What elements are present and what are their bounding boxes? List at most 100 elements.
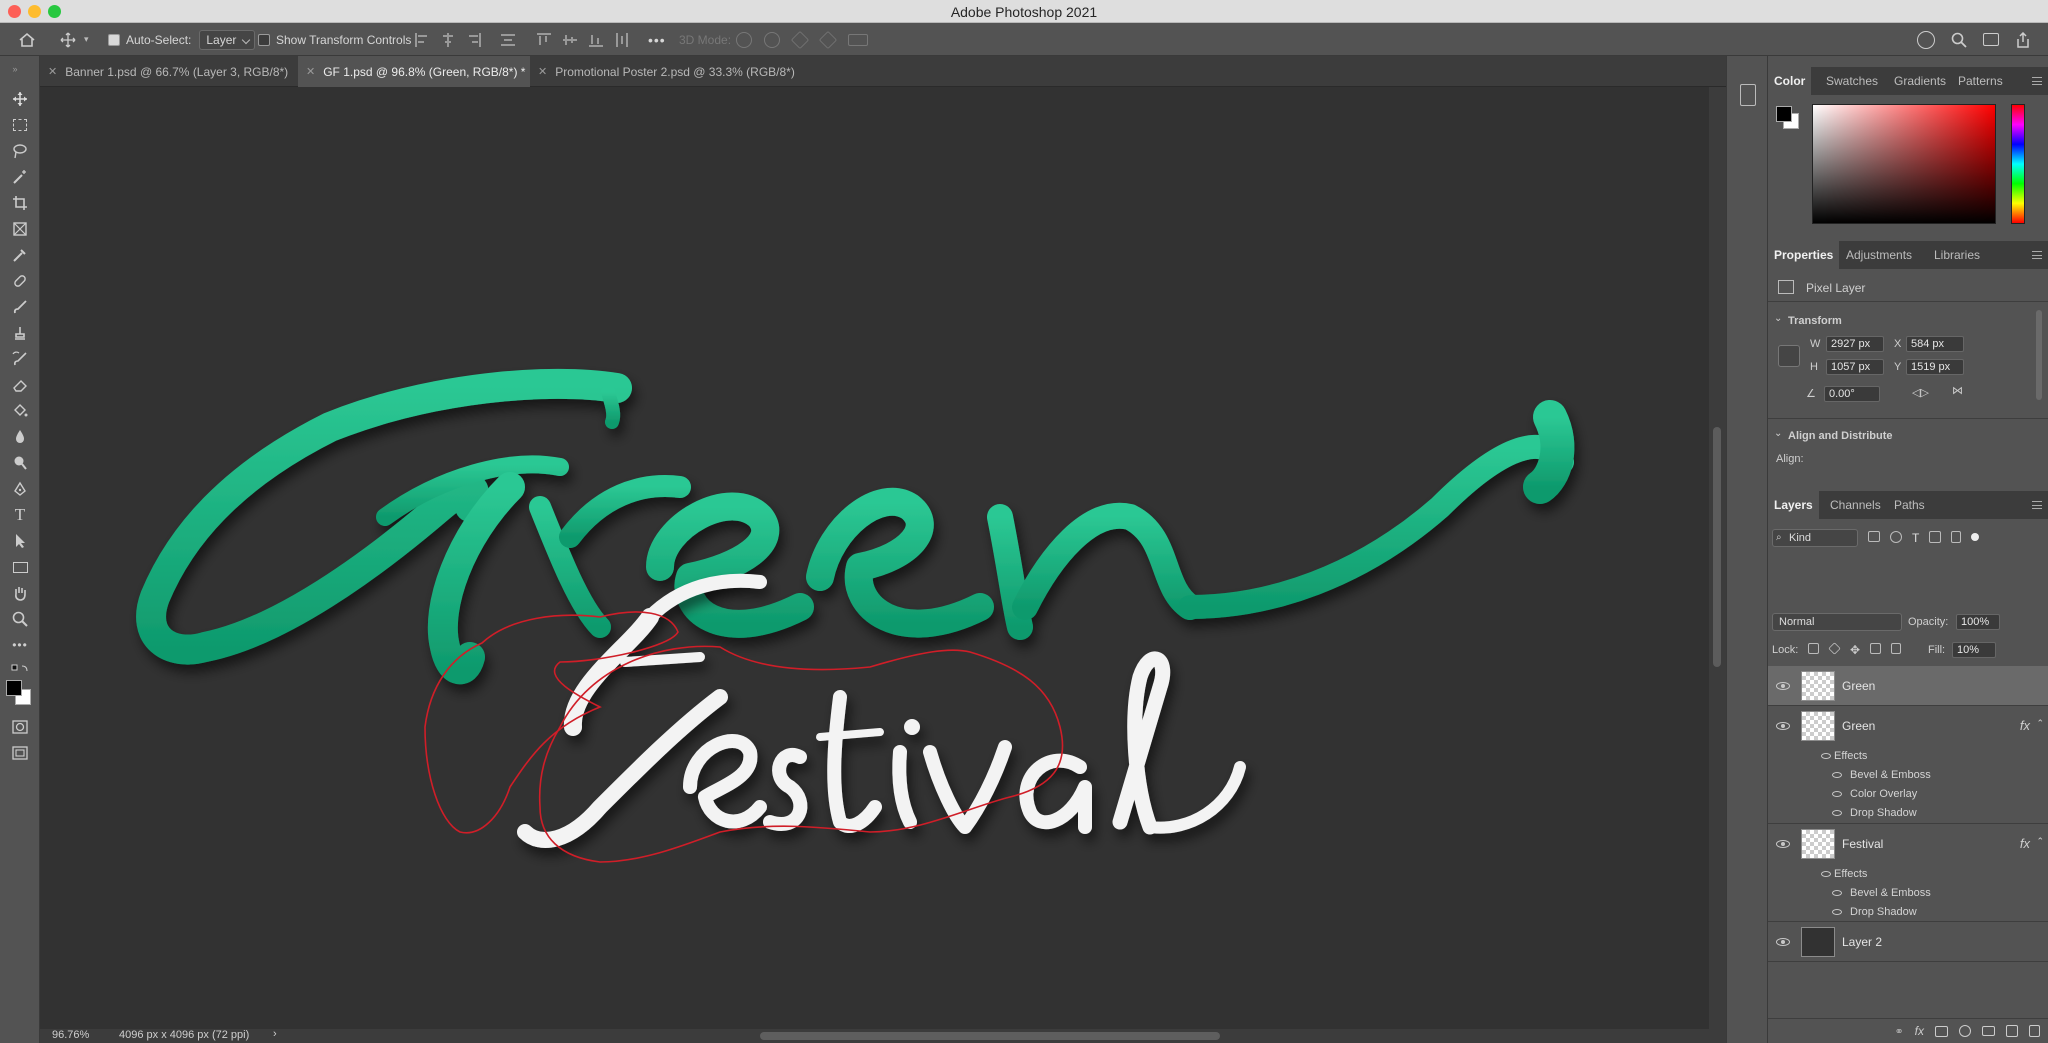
angle-field[interactable]: 0.00° bbox=[1824, 386, 1880, 402]
lasso-tool-icon[interactable] bbox=[11, 142, 29, 160]
layers-panel-menu-icon[interactable] bbox=[2032, 501, 2042, 509]
filter-smart-object-icon[interactable] bbox=[1951, 531, 1962, 543]
effect-eye-icon[interactable] bbox=[1832, 810, 1842, 816]
add-style-icon[interactable]: fx bbox=[1915, 1024, 1924, 1038]
blur-tool-icon[interactable] bbox=[11, 428, 29, 446]
home-icon[interactable] bbox=[18, 23, 36, 56]
align-bottom-icon[interactable] bbox=[588, 32, 604, 48]
blend-mode-dropdown[interactable]: Normal bbox=[1772, 613, 1902, 631]
effect-eye-icon[interactable] bbox=[1832, 909, 1842, 915]
lock-artboard-icon[interactable] bbox=[1870, 643, 1882, 654]
align-center-h-icon[interactable] bbox=[440, 32, 456, 48]
document-canvas[interactable] bbox=[40, 87, 1709, 1029]
layer-row-layer-2[interactable]: Layer 2 bbox=[1768, 922, 2048, 962]
lock-position-icon[interactable]: ✥ bbox=[1850, 643, 1860, 657]
filter-adjustment-icon[interactable] bbox=[1890, 531, 1902, 543]
scroll-thumb[interactable] bbox=[1713, 427, 1721, 667]
quick-mask-icon[interactable] bbox=[11, 718, 29, 736]
layer-name[interactable]: Festival bbox=[1842, 837, 1883, 851]
brush-tool-icon[interactable] bbox=[11, 298, 29, 316]
effect-item[interactable]: Drop Shadow bbox=[1850, 906, 1917, 918]
properties-panel-menu-icon[interactable] bbox=[2032, 251, 2042, 259]
crop-tool-icon[interactable] bbox=[11, 194, 29, 212]
filter-kind-dropdown[interactable]: Kind bbox=[1772, 529, 1858, 547]
align-right-icon[interactable] bbox=[466, 32, 482, 48]
align-chevron-icon[interactable]: ⌄ bbox=[1774, 428, 1782, 439]
effect-item[interactable]: Color Overlay bbox=[1850, 788, 1917, 800]
tab-adjustments[interactable]: Adjustments bbox=[1840, 241, 1918, 269]
close-tab-icon[interactable]: ✕ bbox=[306, 65, 315, 78]
tab-libraries[interactable]: Libraries bbox=[1928, 241, 1986, 269]
layer-row-festival[interactable]: Festival fx ⌃ Effects Bevel & Emboss Dro… bbox=[1768, 824, 2048, 922]
zoom-tool-icon[interactable] bbox=[11, 610, 29, 628]
tab-banner-1[interactable]: ✕ Banner 1.psd @ 66.7% (Layer 3, RGB/8*) bbox=[40, 56, 298, 87]
lock-transparent-icon[interactable] bbox=[1808, 643, 1819, 654]
share-icon[interactable] bbox=[2015, 31, 2031, 48]
x-field[interactable]: 584 px bbox=[1906, 336, 1964, 352]
y-field[interactable]: 1519 px bbox=[1906, 359, 1964, 375]
paint-bucket-icon[interactable] bbox=[11, 402, 29, 420]
height-field[interactable]: 1057 px bbox=[1826, 359, 1884, 375]
collapse-effects-icon[interactable]: ⌃ bbox=[2036, 718, 2044, 729]
properties-scrollbar[interactable] bbox=[2036, 310, 2042, 400]
close-tab-icon[interactable]: ✕ bbox=[538, 65, 547, 78]
auto-select-dropdown[interactable]: Layer bbox=[199, 29, 256, 50]
foreground-color-swatch[interactable] bbox=[6, 680, 22, 696]
align-left-icon[interactable] bbox=[414, 32, 430, 48]
3d-rotate-icon[interactable] bbox=[736, 31, 752, 48]
frame-tool-icon[interactable] bbox=[11, 220, 29, 238]
3d-camera-icon[interactable] bbox=[848, 33, 868, 46]
more-options-icon[interactable]: ••• bbox=[648, 23, 666, 56]
color-panel-menu-icon[interactable] bbox=[2032, 77, 2042, 85]
layer-fx-icon[interactable]: fx bbox=[2020, 836, 2030, 851]
horizontal-scroll-thumb[interactable] bbox=[760, 1032, 1220, 1040]
align-top-icon[interactable] bbox=[536, 32, 552, 48]
hand-tool-icon[interactable] bbox=[11, 584, 29, 602]
delete-layer-icon[interactable] bbox=[2029, 1025, 2040, 1037]
effects-eye-icon[interactable] bbox=[1821, 871, 1831, 877]
close-tab-icon[interactable]: ✕ bbox=[48, 65, 57, 78]
new-adjustment-icon[interactable] bbox=[1959, 1025, 1971, 1037]
3d-slide-icon[interactable] bbox=[818, 30, 838, 49]
tab-properties[interactable]: Properties bbox=[1768, 241, 1840, 269]
layer-row-green-selected[interactable]: Green bbox=[1768, 666, 2048, 706]
new-layer-icon[interactable] bbox=[2006, 1025, 2018, 1037]
show-transform-checkbox[interactable] bbox=[258, 33, 270, 46]
vertical-scrollbar[interactable] bbox=[1709, 87, 1726, 1029]
tab-gradients[interactable]: Gradients bbox=[1888, 67, 1952, 95]
more-tools-icon[interactable]: ••• bbox=[11, 636, 29, 654]
distribute-v-icon[interactable] bbox=[500, 32, 516, 48]
healing-brush-icon[interactable] bbox=[11, 272, 29, 290]
effect-item[interactable]: Drop Shadow bbox=[1850, 807, 1917, 819]
swap-colors-icon[interactable] bbox=[11, 660, 29, 678]
effect-eye-icon[interactable] bbox=[1832, 772, 1842, 778]
filter-toggle-icon[interactable] bbox=[1971, 533, 1980, 541]
filter-type-icon[interactable]: T bbox=[1912, 531, 1919, 545]
width-field[interactable]: 2927 px bbox=[1826, 336, 1884, 352]
effect-eye-icon[interactable] bbox=[1832, 890, 1842, 896]
collapse-toolbar-icon[interactable]: » bbox=[6, 60, 24, 78]
layer-name[interactable]: Green bbox=[1842, 679, 1875, 693]
move-tool-icon[interactable] bbox=[11, 90, 29, 108]
opacity-field[interactable]: 100% bbox=[1956, 614, 2000, 630]
link-dimensions-icon[interactable] bbox=[1778, 345, 1800, 367]
effects-eye-icon[interactable] bbox=[1821, 753, 1831, 759]
visibility-eye-icon[interactable] bbox=[1776, 840, 1790, 848]
color-field[interactable] bbox=[1812, 104, 1996, 224]
tab-paths[interactable]: Paths bbox=[1888, 491, 1931, 519]
new-group-icon[interactable] bbox=[1982, 1026, 1995, 1036]
flip-horizontal-icon[interactable]: ◁▷ bbox=[1912, 386, 1929, 399]
workspace-icon[interactable] bbox=[1983, 33, 1999, 46]
transform-chevron-icon[interactable]: ⌄ bbox=[1774, 313, 1782, 324]
distribute-h-icon[interactable] bbox=[614, 32, 630, 48]
type-tool-icon[interactable]: T bbox=[11, 505, 29, 524]
layer-row-green[interactable]: Green fx ⌃ Effects Bevel & Emboss Color … bbox=[1768, 706, 2048, 824]
lock-image-icon[interactable] bbox=[1828, 642, 1841, 655]
magic-wand-icon[interactable] bbox=[11, 168, 29, 186]
tab-channels[interactable]: Channels bbox=[1824, 491, 1887, 519]
visibility-eye-icon[interactable] bbox=[1776, 722, 1790, 730]
visibility-eye-icon[interactable] bbox=[1776, 938, 1790, 946]
history-panel-icon[interactable] bbox=[1740, 84, 1756, 106]
effect-eye-icon[interactable] bbox=[1832, 791, 1842, 797]
add-mask-icon[interactable] bbox=[1935, 1025, 1948, 1037]
